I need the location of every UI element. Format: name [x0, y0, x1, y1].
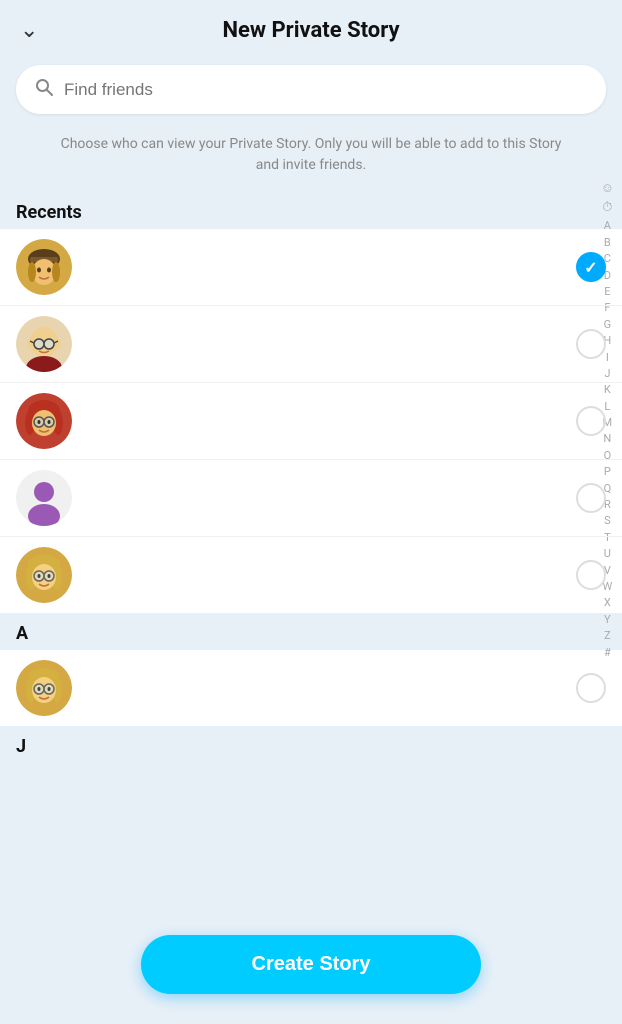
- search-input[interactable]: [64, 80, 588, 100]
- header: ⌄ New Private Story: [0, 0, 622, 57]
- friend-item[interactable]: [0, 306, 622, 383]
- search-container: [0, 57, 622, 126]
- page-title: New Private Story: [222, 18, 399, 43]
- recents-list: [0, 229, 622, 613]
- search-bar: [16, 65, 606, 114]
- friend-checkbox[interactable]: [576, 673, 606, 703]
- friend-checkbox[interactable]: [576, 406, 606, 436]
- friend-checkbox[interactable]: [576, 483, 606, 513]
- friend-item[interactable]: [0, 537, 622, 613]
- avatar: [16, 393, 72, 449]
- recents-section-header: Recents: [0, 192, 622, 229]
- j-section-header: J: [0, 726, 622, 763]
- create-story-button[interactable]: Create Story: [141, 935, 481, 994]
- friend-checkbox[interactable]: [576, 252, 606, 282]
- avatar: [16, 239, 72, 295]
- avatar: [16, 470, 72, 526]
- avatar: [16, 660, 72, 716]
- friend-item[interactable]: [0, 383, 622, 460]
- search-icon: [34, 77, 54, 102]
- avatar: [16, 547, 72, 603]
- friend-item[interactable]: [0, 650, 622, 726]
- a-section-header: A: [0, 613, 622, 650]
- friend-checkbox[interactable]: [576, 329, 606, 359]
- avatar: [16, 316, 72, 372]
- alpha-y[interactable]: Y: [602, 612, 613, 627]
- back-chevron[interactable]: ⌄: [20, 18, 38, 43]
- description-text: Choose who can view your Private Story. …: [0, 126, 622, 192]
- friend-checkbox[interactable]: [576, 560, 606, 590]
- alpha-emoji[interactable]: ☺: [599, 180, 616, 198]
- alpha-clock[interactable]: ⏱: [600, 199, 614, 217]
- friend-item[interactable]: [0, 229, 622, 306]
- alpha-z[interactable]: Z: [602, 628, 613, 643]
- friend-item[interactable]: [0, 460, 622, 537]
- a-list: [0, 650, 622, 726]
